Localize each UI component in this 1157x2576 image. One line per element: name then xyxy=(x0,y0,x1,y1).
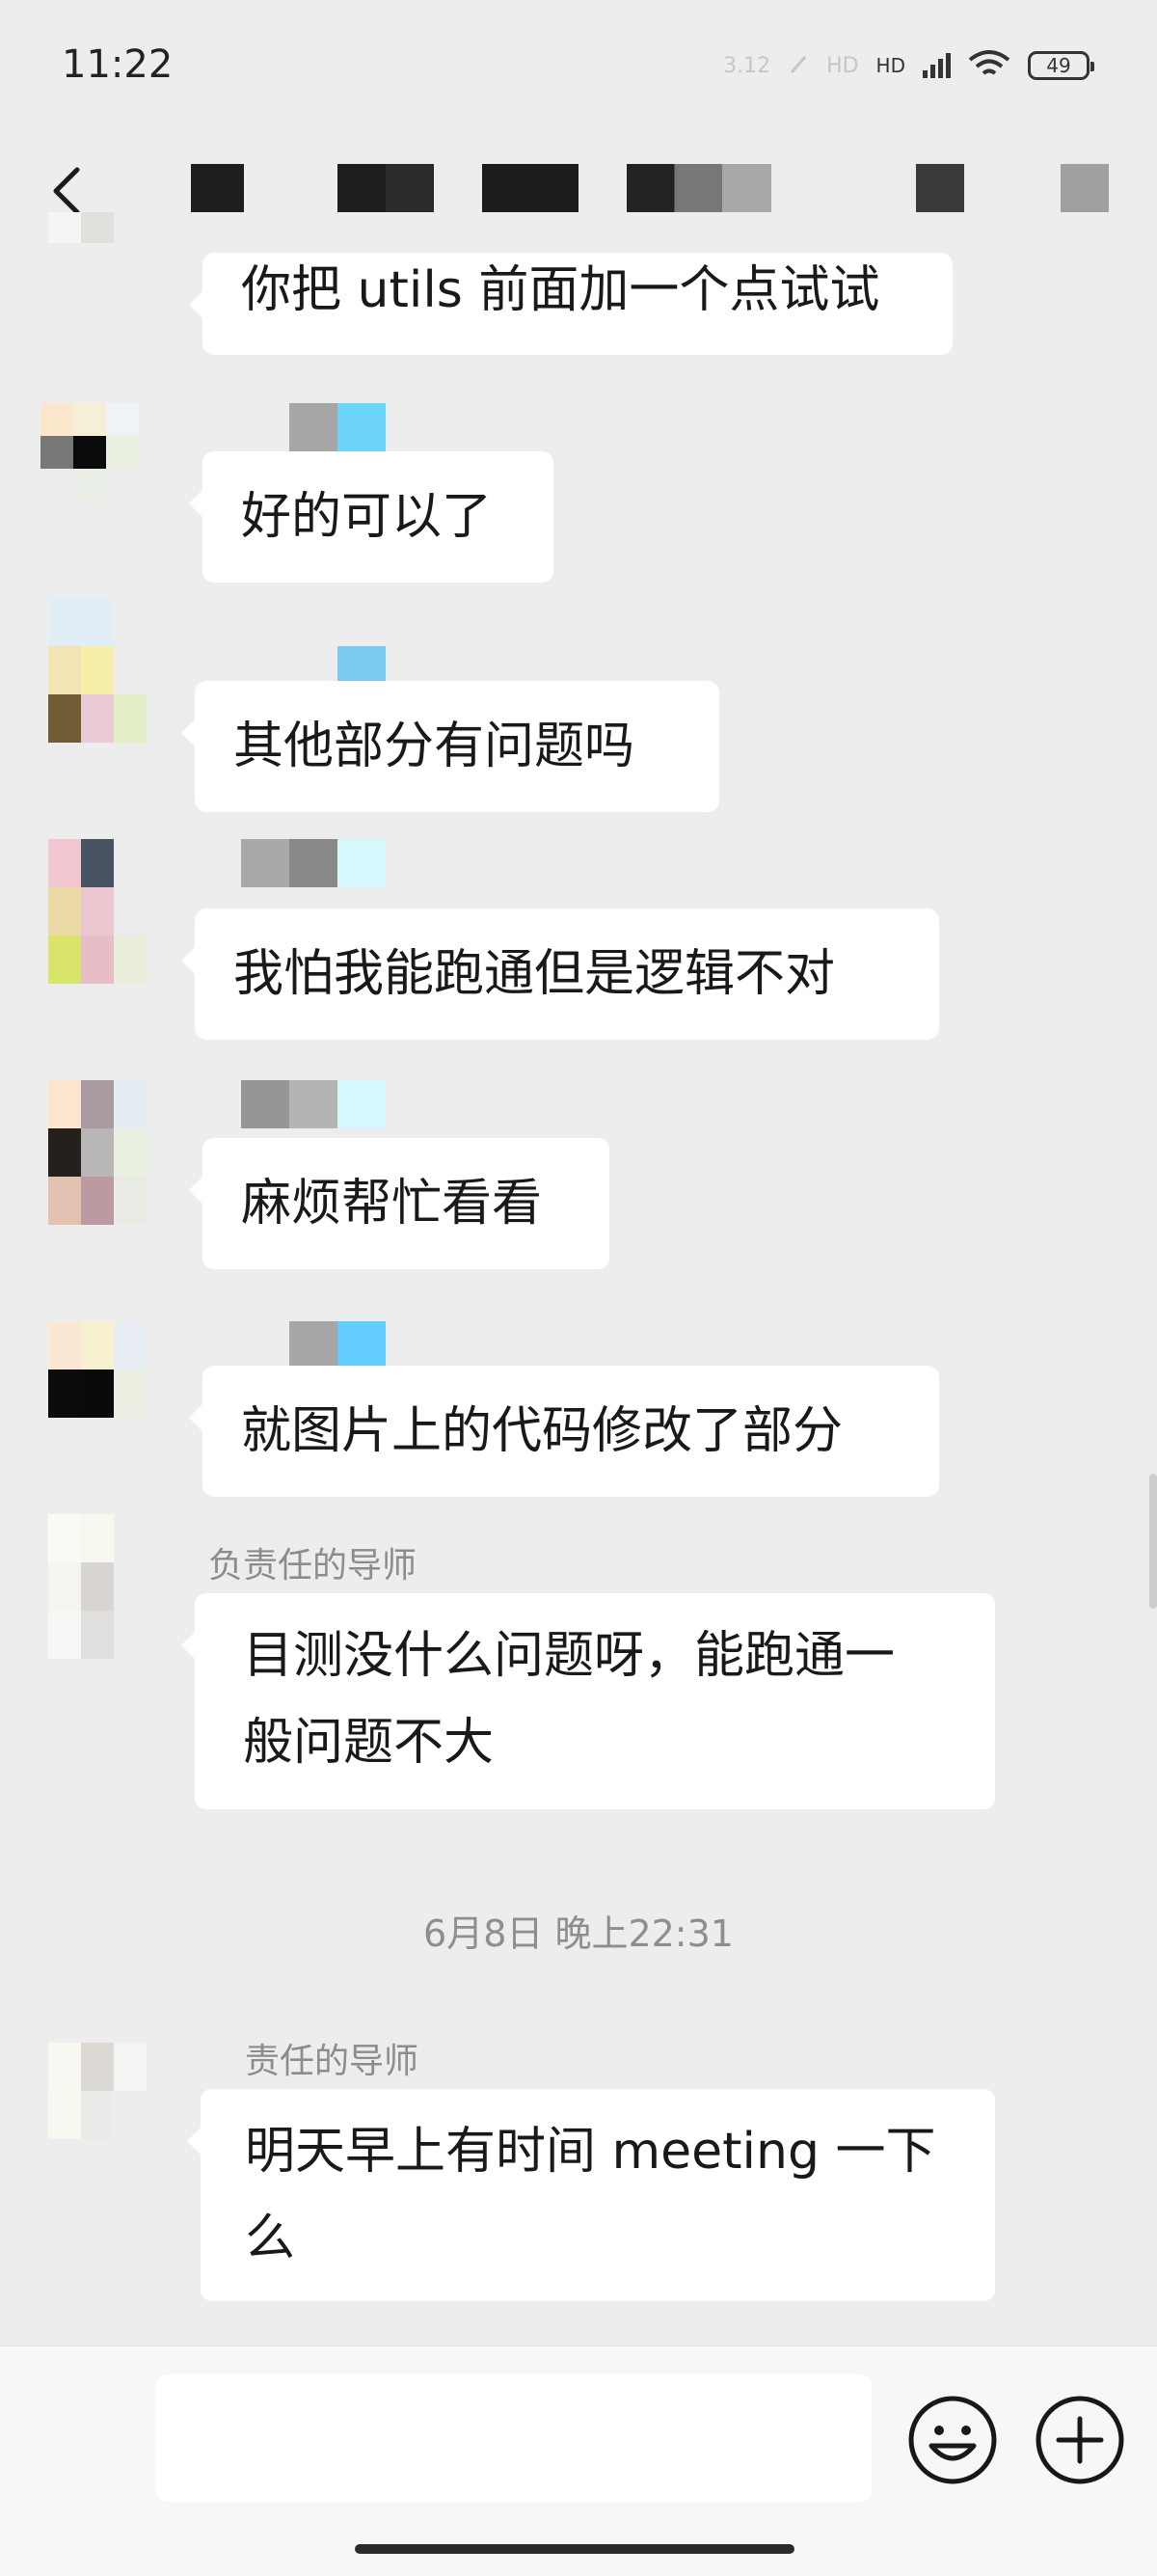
battery-icon: 49 xyxy=(1028,51,1094,80)
chat-header xyxy=(0,145,1157,270)
signal-icon xyxy=(923,53,951,78)
message-text: 好的可以了 xyxy=(241,488,493,546)
message-text-line: 么 xyxy=(245,2210,296,2267)
avatar[interactable] xyxy=(48,1080,147,1225)
message-bubble[interactable]: 你把 utils 前面加一个点试试 xyxy=(189,253,953,355)
avatar[interactable] xyxy=(48,598,147,743)
message-text: 我怕我能跑通但是逻辑不对 xyxy=(233,945,836,1003)
chat-title-mosaic xyxy=(1061,164,1109,212)
message-text-line: 般问题不大 xyxy=(243,1714,495,1772)
avatar[interactable] xyxy=(48,1321,147,1418)
message-input[interactable] xyxy=(156,2374,872,2502)
home-indicator[interactable] xyxy=(355,2544,794,2554)
hd-label-2: HD xyxy=(875,54,905,77)
wifi-icon xyxy=(968,50,1010,75)
battery-level: 49 xyxy=(1046,54,1071,77)
chat-title-mosaic xyxy=(627,164,771,212)
avatar[interactable] xyxy=(48,212,147,309)
message-text: 就图片上的代码修改了部分 xyxy=(241,1402,844,1460)
sender-name: 责任的导师 xyxy=(245,2042,419,2081)
message-bubble[interactable]: 我怕我能跑通但是逻辑不对 xyxy=(181,908,939,1040)
chevron-left-icon[interactable] xyxy=(42,162,100,220)
message-text: 你把 utils 前面加一个点试试 xyxy=(241,261,880,319)
avatar[interactable] xyxy=(48,2043,147,2139)
sender-name-mosaic xyxy=(241,839,386,887)
network-speed: 3.12 xyxy=(723,53,771,78)
message-text-line: 明天早上有时间 meeting 一下 xyxy=(245,2123,936,2181)
status-time: 11:22 xyxy=(62,42,174,87)
status-icons: 3.12 HD HD 49 xyxy=(723,46,1094,85)
message-bubble[interactable]: 就图片上的代码修改了部分 xyxy=(189,1366,939,1497)
chat-title-mosaic xyxy=(191,164,244,212)
chat-title-mosaic xyxy=(916,164,964,212)
sender-name-mosaic xyxy=(289,403,386,451)
message-bubble[interactable]: 好的可以了 xyxy=(189,451,553,583)
message-bubble[interactable]: 麻烦帮忙看看 xyxy=(189,1138,609,1269)
message-bubble[interactable]: 明天早上有时间 meeting 一下 么 xyxy=(187,2089,995,2301)
message-text: 麻烦帮忙看看 xyxy=(241,1175,543,1233)
message-bubble[interactable]: 其他部分有问题吗 xyxy=(181,681,719,812)
sender-name-mosaic xyxy=(289,1321,386,1369)
sender-name: 负责任的导师 xyxy=(208,1546,417,1586)
chat-title-mosaic xyxy=(337,164,434,212)
avatar[interactable] xyxy=(48,1514,147,1659)
chat-title-mosaic xyxy=(482,164,578,212)
emoji-smile-icon[interactable] xyxy=(906,2394,999,2486)
plus-circle-icon[interactable] xyxy=(1034,2394,1126,2486)
message-timestamp: 6月8日 晚上22:31 xyxy=(423,1912,734,1955)
hd-label-1: HD xyxy=(826,53,859,78)
message-text-line: 目测没什么问题呀，能跑通一 xyxy=(243,1627,896,1685)
avatar[interactable] xyxy=(40,403,139,502)
sender-name-mosaic xyxy=(241,1080,386,1128)
message-text: 其他部分有问题吗 xyxy=(233,718,635,775)
scrollbar[interactable] xyxy=(1149,1474,1157,1609)
avatar[interactable] xyxy=(48,839,147,984)
alarm-icon xyxy=(790,56,807,73)
message-bubble[interactable]: 目测没什么问题呀，能跑通一 般问题不大 xyxy=(181,1593,995,1809)
